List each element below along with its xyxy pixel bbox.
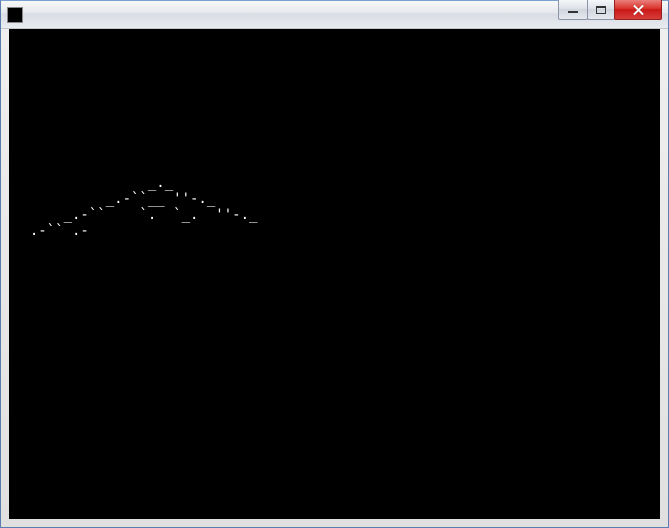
terminal-output[interactable]: _._ _.-``__ ''-._ _.-`` `. `_. ''-._ .-`… bbox=[9, 29, 660, 519]
window-controls bbox=[558, 0, 668, 20]
maximize-icon bbox=[596, 6, 606, 14]
close-button[interactable] bbox=[614, 0, 662, 20]
titlebar[interactable] bbox=[1, 1, 668, 29]
close-icon bbox=[632, 4, 644, 16]
terminal-text: _._ _.-``__ ''-._ _.-`` `. `_. ''-._ .-`… bbox=[13, 31, 656, 239]
minimize-button[interactable] bbox=[558, 0, 588, 20]
cmd-icon bbox=[7, 7, 23, 23]
minimize-icon bbox=[568, 11, 578, 13]
command-prompt-window: _._ _.-``__ ''-._ _.-`` `. `_. ''-._ .-`… bbox=[0, 0, 669, 528]
maximize-button[interactable] bbox=[587, 0, 615, 20]
